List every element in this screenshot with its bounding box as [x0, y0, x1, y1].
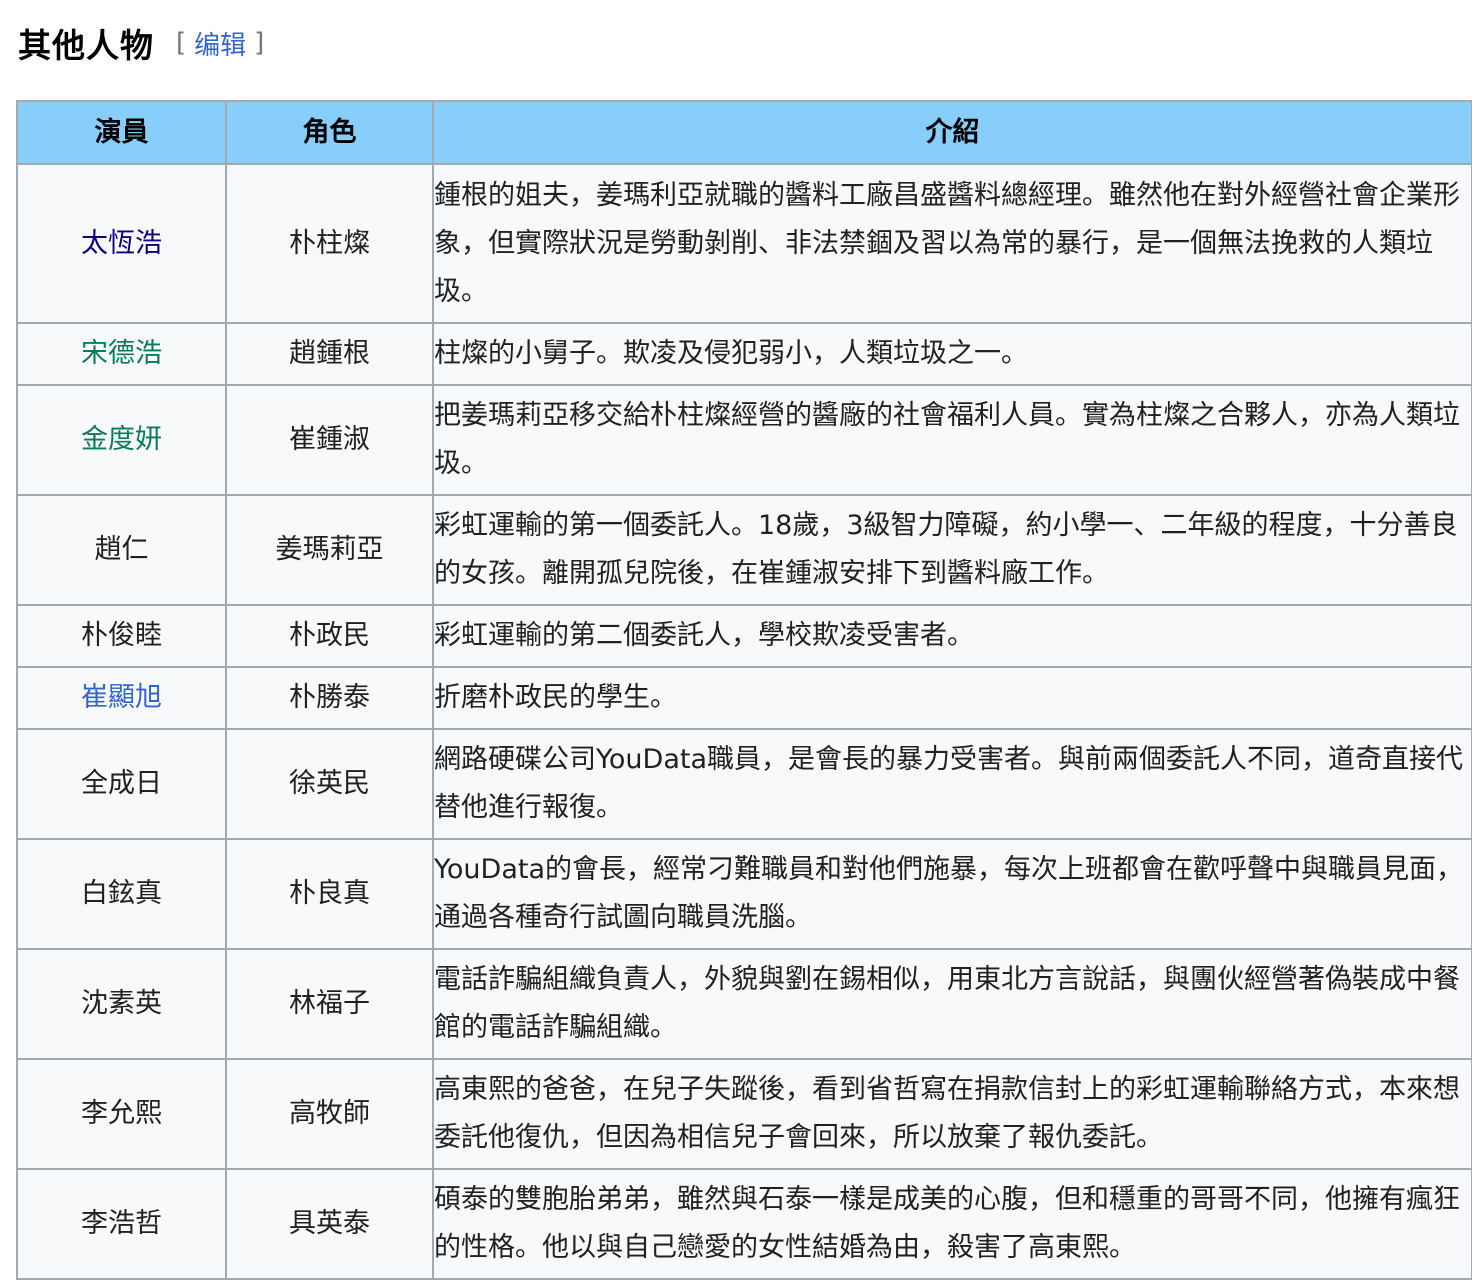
- table-row: 全成日 徐英民 網路硬碟公司YouData職員，是會長的暴力受害者。與前兩個委託…: [16, 728, 1472, 840]
- header-actor: 演員: [16, 100, 227, 165]
- edit-bracket-close: ]: [254, 28, 265, 58]
- role-cell: 趙鍾根: [225, 322, 434, 386]
- actor-cell: 李浩哲: [16, 1168, 227, 1280]
- table-header-row: 演員 角色 介紹: [16, 100, 1472, 165]
- role-cell: 朴勝泰: [225, 666, 434, 730]
- actor-name: 李允熙: [81, 1098, 162, 1129]
- actor-cell: 宋德浩: [16, 322, 227, 386]
- actor-cell: 李允熙: [16, 1058, 227, 1170]
- role-cell: 朴柱燦: [225, 163, 434, 324]
- actor-name: 全成日: [81, 768, 162, 799]
- intro-cell: 電話詐騙組織負責人，外貌與劉在錫相似，用東北方言說話，與團伙經營著偽裝成中餐館的…: [432, 948, 1472, 1060]
- actor-cell: 趙仁: [16, 494, 227, 606]
- table-row: 太恆浩 朴柱燦 鍾根的姐夫，姜瑪利亞就職的醬料工廠昌盛醬料總經理。雖然他在對外經…: [16, 163, 1472, 324]
- actor-cell: 全成日: [16, 728, 227, 840]
- actor-link[interactable]: 崔顯旭: [81, 682, 162, 713]
- actor-name: 白鉉真: [81, 878, 162, 909]
- intro-cell: 碩泰的雙胞胎弟弟，雖然與石泰一樣是成美的心腹，但和穩重的哥哥不同，他擁有瘋狂的性…: [432, 1168, 1472, 1280]
- header-role: 角色: [225, 100, 434, 165]
- intro-cell: 柱燦的小舅子。欺凌及侵犯弱小，人類垃圾之一。: [432, 322, 1472, 386]
- intro-cell: 高東熙的爸爸，在兒子失蹤後，看到省哲寫在捐款信封上的彩虹運輸聯絡方式，本來想委託…: [432, 1058, 1472, 1170]
- table-row: 朴俊睦 朴政民 彩虹運輸的第二個委託人，學校欺凌受害者。: [16, 604, 1472, 668]
- intro-cell: YouData的會長，經常刁難職員和對他們施暴，每次上班都會在歡呼聲中與職員見面…: [432, 838, 1472, 950]
- table-row: 宋德浩 趙鍾根 柱燦的小舅子。欺凌及侵犯弱小，人類垃圾之一。: [16, 322, 1472, 386]
- table-row: 李浩哲 具英泰 碩泰的雙胞胎弟弟，雖然與石泰一樣是成美的心腹，但和穩重的哥哥不同…: [16, 1168, 1472, 1280]
- intro-cell: 彩虹運輸的第一個委託人。18歲，3級智力障礙，約小學一、二年級的程度，十分善良的…: [432, 494, 1472, 606]
- section-heading: 其他人物 [ 编辑 ]: [18, 18, 264, 68]
- intro-cell: 把姜瑪莉亞移交給朴柱燦經營的醬廠的社會福利人員。實為柱燦之合夥人，亦為人類垃圾。: [432, 384, 1472, 496]
- header-intro: 介紹: [432, 100, 1472, 165]
- actor-cell: 朴俊睦: [16, 604, 227, 668]
- characters-table: 演員 角色 介紹 太恆浩 朴柱燦 鍾根的姐夫，姜瑪利亞就職的醬料工廠昌盛醬料總經…: [16, 100, 1472, 1280]
- table-row: 李允熙 高牧師 高東熙的爸爸，在兒子失蹤後，看到省哲寫在捐款信封上的彩虹運輸聯絡…: [16, 1058, 1472, 1170]
- actor-name: 沈素英: [81, 988, 162, 1019]
- intro-cell: 網路硬碟公司YouData職員，是會長的暴力受害者。與前兩個委託人不同，道奇直接…: [432, 728, 1472, 840]
- role-cell: 姜瑪莉亞: [225, 494, 434, 606]
- edit-link[interactable]: 编辑: [194, 25, 246, 62]
- edit-bracket-open: [: [176, 28, 187, 58]
- table-row: 趙仁 姜瑪莉亞 彩虹運輸的第一個委託人。18歲，3級智力障礙，約小學一、二年級的…: [16, 494, 1472, 606]
- role-cell: 林福子: [225, 948, 434, 1060]
- actor-cell: 白鉉真: [16, 838, 227, 950]
- actor-name: 朴俊睦: [81, 620, 162, 651]
- intro-cell: 彩虹運輸的第二個委託人，學校欺凌受害者。: [432, 604, 1472, 668]
- role-cell: 高牧師: [225, 1058, 434, 1170]
- actor-name: 李浩哲: [81, 1208, 162, 1239]
- intro-cell: 鍾根的姐夫，姜瑪利亞就職的醬料工廠昌盛醬料總經理。雖然他在對外經營社會企業形象，…: [432, 163, 1472, 324]
- actor-link[interactable]: 太恆浩: [81, 228, 162, 259]
- role-cell: 朴良真: [225, 838, 434, 950]
- actor-cell: 太恆浩: [16, 163, 227, 324]
- intro-cell: 折磨朴政民的學生。: [432, 666, 1472, 730]
- role-cell: 具英泰: [225, 1168, 434, 1280]
- role-cell: 朴政民: [225, 604, 434, 668]
- actor-link[interactable]: 金度妍: [81, 424, 162, 455]
- table-row: 白鉉真 朴良真 YouData的會長，經常刁難職員和對他們施暴，每次上班都會在歡…: [16, 838, 1472, 950]
- table-row: 崔顯旭 朴勝泰 折磨朴政民的學生。: [16, 666, 1472, 730]
- actor-cell: 金度妍: [16, 384, 227, 496]
- actor-name: 趙仁: [94, 534, 149, 565]
- table-row: 金度妍 崔鍾淑 把姜瑪莉亞移交給朴柱燦經營的醬廠的社會福利人員。實為柱燦之合夥人…: [16, 384, 1472, 496]
- actor-cell: 崔顯旭: [16, 666, 227, 730]
- actor-cell: 沈素英: [16, 948, 227, 1060]
- edit-section: [ 编辑 ]: [176, 25, 264, 62]
- role-cell: 崔鍾淑: [225, 384, 434, 496]
- actor-link[interactable]: 宋德浩: [81, 338, 162, 369]
- table-row: 沈素英 林福子 電話詐騙組織負責人，外貌與劉在錫相似，用東北方言說話，與團伙經營…: [16, 948, 1472, 1060]
- role-cell: 徐英民: [225, 728, 434, 840]
- section-title: 其他人物: [18, 26, 154, 65]
